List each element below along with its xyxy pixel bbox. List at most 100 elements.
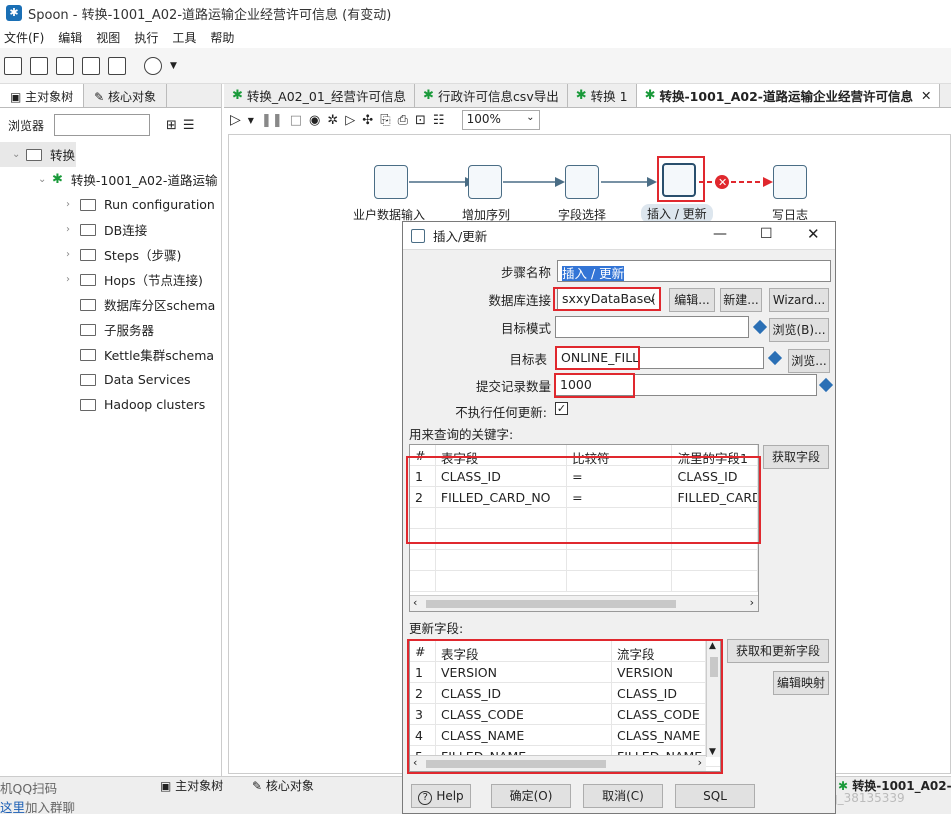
variable-icon bbox=[767, 350, 783, 366]
step-write-log-icon[interactable] bbox=[773, 165, 807, 199]
hop-arrowhead bbox=[763, 177, 773, 187]
save-icon[interactable] bbox=[82, 56, 100, 75]
table-row[interactable] bbox=[410, 550, 758, 571]
impact-icon[interactable]: ⎘ bbox=[380, 113, 390, 128]
variable-icon bbox=[752, 319, 768, 335]
tab-main-tree[interactable]: ▣ 主对象树 bbox=[0, 84, 85, 107]
show-results-icon[interactable]: ☷ bbox=[433, 113, 445, 128]
left-panel: ▣ 主对象树 ✎ 核心对象 浏览器 ⊞ ☰ ⌄ 转换 ⌄ ✱ 转换-1001_A02-… bbox=[0, 84, 222, 776]
tree-trans[interactable]: ⌄ ✱ 转换-1001_A02-道路运输 bbox=[0, 167, 221, 192]
title-bar: ✱ Spoon - 转换-1001_A02-道路运输企业经营许可信息 (有变动) bbox=[0, 0, 951, 26]
close-icon[interactable]: ✕ bbox=[807, 225, 820, 243]
run-icon[interactable]: ▷ bbox=[230, 112, 241, 128]
minimize-icon[interactable]: — bbox=[713, 226, 727, 242]
join-link[interactable]: 这里 bbox=[0, 800, 25, 815]
pencil-icon: ✎ bbox=[252, 779, 266, 793]
edit-mapping-button[interactable]: 编辑映射 bbox=[773, 671, 829, 695]
folder-icon bbox=[80, 248, 96, 261]
step-insert-update-icon[interactable] bbox=[662, 163, 696, 197]
debug-icon[interactable]: ✲ bbox=[327, 113, 338, 128]
tree-item[interactable]: › Hops（节点连接) bbox=[0, 267, 221, 292]
verify-icon[interactable]: ✣ bbox=[362, 113, 373, 128]
expand-all-icon[interactable]: ⊞ bbox=[166, 118, 177, 133]
tree-item[interactable]: › Run configuration bbox=[0, 192, 221, 217]
tab-trans-1001[interactable]: ✱ 转换-1001_A02-道路运输企业经营许可信息 ✕ bbox=[636, 84, 941, 107]
save-as-icon[interactable] bbox=[108, 56, 126, 75]
tree-item[interactable]: Kettle集群schema bbox=[0, 342, 221, 367]
preview-icon[interactable]: ◉ bbox=[309, 113, 320, 128]
menu-help[interactable]: 帮助 bbox=[210, 29, 234, 46]
ok-button[interactable]: 确定(O) bbox=[491, 784, 571, 808]
help-button[interactable]: ? Help bbox=[411, 784, 471, 808]
highlight-box bbox=[554, 373, 635, 398]
tree-item[interactable]: Data Services bbox=[0, 367, 221, 392]
highlight-box bbox=[553, 287, 661, 311]
menu-run[interactable]: 执行 bbox=[134, 29, 158, 46]
tree-item[interactable]: 子服务器 bbox=[0, 317, 221, 342]
step-add-sequence-icon[interactable] bbox=[468, 165, 502, 199]
wizard-button[interactable]: Wizard... bbox=[769, 288, 829, 312]
cancel-button[interactable]: 取消(C) bbox=[583, 784, 663, 808]
open-folder-icon[interactable] bbox=[30, 56, 48, 75]
menu-tools[interactable]: 工具 bbox=[172, 29, 196, 46]
replay-icon[interactable]: ▷ bbox=[345, 113, 355, 128]
new-file-icon[interactable] bbox=[4, 56, 22, 75]
browse-table-button[interactable]: 浏览... bbox=[788, 349, 830, 373]
table-row[interactable] bbox=[410, 571, 758, 592]
stop-icon[interactable]: □ bbox=[290, 113, 302, 128]
menu-view[interactable]: 视图 bbox=[96, 29, 120, 46]
tree-item[interactable]: › DB连接 bbox=[0, 217, 221, 242]
explore-repo-icon[interactable] bbox=[56, 56, 74, 75]
menu-file[interactable]: 文件(F) bbox=[4, 29, 44, 46]
tree-root[interactable]: ⌄ 转换 bbox=[0, 142, 76, 167]
collapse-all-icon[interactable]: ☰ bbox=[183, 118, 195, 133]
bottom-tab-core[interactable]: ✎ 核心对象 bbox=[252, 777, 314, 794]
tab-trans-a02-01[interactable]: ✱ 转换_A02_01_经营许可信息 bbox=[224, 84, 416, 107]
step-table-input-icon[interactable] bbox=[374, 165, 408, 199]
transformation-icon: ✱ bbox=[644, 88, 656, 103]
bottom-tab-main[interactable]: ▣ 主对象树 bbox=[160, 777, 223, 794]
step-name-input[interactable]: 插入 / 更新 bbox=[557, 260, 831, 282]
chevron-left-icon[interactable]: ‹ bbox=[413, 596, 417, 609]
edit-connection-button[interactable]: 编辑... bbox=[669, 288, 715, 312]
chevron-down-icon[interactable]: ▼ bbox=[170, 61, 177, 71]
get-fields-button[interactable]: 获取字段 bbox=[763, 445, 829, 469]
keys-label: 用来查询的关键字: bbox=[409, 427, 514, 442]
sql-button[interactable]: SQL bbox=[675, 784, 755, 808]
new-connection-button[interactable]: 新建... bbox=[720, 288, 762, 312]
browser-search-input[interactable] bbox=[54, 114, 151, 136]
transformation-icon: ✱ bbox=[575, 88, 587, 103]
browse-schema-button[interactable]: 浏览(B)... bbox=[769, 318, 829, 342]
zoom-select[interactable]: 100% ⌄ bbox=[461, 110, 540, 130]
folder-icon bbox=[80, 348, 96, 361]
menu-edit[interactable]: 编辑 bbox=[58, 29, 82, 46]
tab-csv-export[interactable]: ✱ 行政许可信息csv导出 bbox=[415, 84, 568, 107]
update-fields-label: 更新字段: bbox=[409, 621, 464, 636]
chevron-right-icon: › bbox=[66, 274, 70, 285]
tree-item[interactable]: › Steps（步骤) bbox=[0, 242, 221, 267]
tab-trans-1[interactable]: ✱ 转换 1 bbox=[568, 84, 637, 107]
tree-item[interactable]: 数据库分区schema bbox=[0, 292, 221, 317]
step-select-values-icon[interactable] bbox=[565, 165, 599, 199]
no-update-label: 不执行任何更新: bbox=[455, 405, 547, 420]
transformation-icon: ✱ bbox=[232, 88, 243, 103]
layers-icon[interactable] bbox=[144, 56, 162, 75]
maximize-icon[interactable]: ☐ bbox=[760, 226, 773, 242]
highlight-box bbox=[407, 639, 723, 774]
chevron-right-icon: › bbox=[66, 249, 70, 260]
sql-icon[interactable]: ⎙ bbox=[398, 113, 408, 128]
chevron-right-icon[interactable]: › bbox=[750, 596, 754, 609]
close-icon[interactable]: ✕ bbox=[921, 88, 931, 103]
tab-core-objects[interactable]: ✎ 核心对象 bbox=[84, 84, 168, 107]
chevron-right-icon: › bbox=[66, 224, 70, 235]
tree-item[interactable]: Hadoop clusters bbox=[0, 392, 221, 417]
explore-db-icon[interactable]: ⊡ bbox=[415, 113, 426, 128]
no-update-checkbox[interactable]: ✓ bbox=[555, 402, 568, 415]
get-update-fields-button[interactable]: 获取和更新字段 bbox=[727, 639, 829, 663]
horizontal-scrollbar[interactable]: ‹ › bbox=[410, 595, 758, 611]
chevron-down-icon[interactable]: ▼ bbox=[248, 116, 254, 125]
schema-input[interactable] bbox=[555, 316, 749, 338]
highlight-box bbox=[406, 456, 761, 544]
scroll-thumb[interactable] bbox=[426, 600, 676, 608]
pause-icon[interactable]: ❚❚ bbox=[261, 113, 283, 128]
